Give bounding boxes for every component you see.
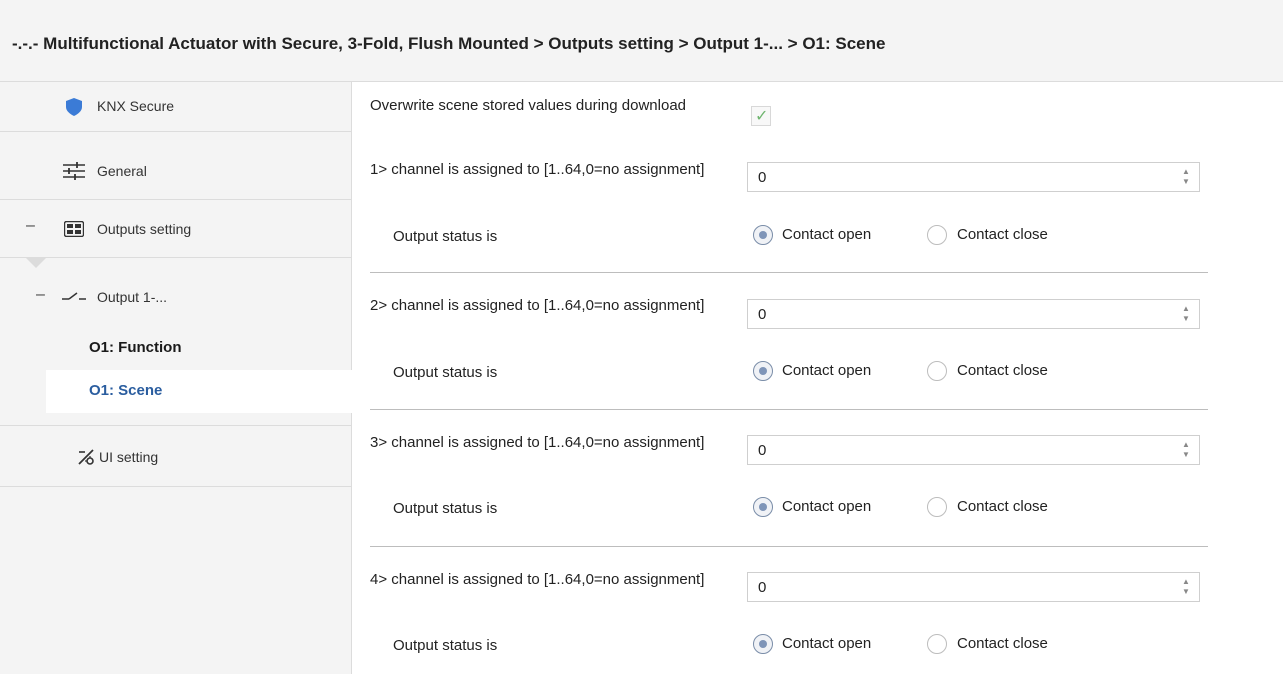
channel-1-status-label: Output status is	[393, 228, 498, 245]
sidebar-item-label: Outputs setting	[97, 221, 192, 237]
channel-1-label: 1> channel is assigned to [1..64,0=no as…	[370, 161, 705, 178]
ui-setting-icon	[77, 448, 95, 469]
grid-icon	[63, 220, 85, 240]
sidebar-item-o1-function[interactable]: O1: Function	[0, 330, 352, 370]
sidebar-item-knx-secure[interactable]: KNX Secure	[0, 82, 352, 132]
sidebar-item-output-1[interactable]: – Output 1-...	[0, 280, 352, 330]
channel-2-value: 0	[758, 306, 767, 323]
contact-open-label: Contact open	[782, 226, 872, 243]
sidebar: KNX Secure General – Outputs setting – O…	[0, 82, 353, 674]
sidebar-item-label: O1: Scene	[89, 382, 163, 399]
channel-1-contact-open-radio[interactable]	[753, 225, 773, 245]
contact-close-label: Contact close	[957, 226, 1048, 243]
collapse-icon[interactable]: –	[26, 217, 35, 235]
sidebar-item-label: General	[97, 163, 147, 179]
spinner-arrows-icon[interactable]: ▲ ▼	[1181, 304, 1191, 324]
header-bar: -.-.- Multifunctional Actuator with Secu…	[0, 0, 1283, 82]
breadcrumb: -.-.- Multifunctional Actuator with Secu…	[12, 34, 886, 53]
sidebar-item-label: Output 1-...	[97, 289, 168, 305]
overwrite-checkbox[interactable]: ✓	[751, 106, 771, 126]
divider-notch	[26, 258, 46, 268]
sidebar-item-o1-scene[interactable]: O1: Scene	[46, 370, 353, 413]
collapse-icon[interactable]: –	[36, 286, 45, 304]
channel-3-value: 0	[758, 442, 767, 459]
channel-2-label: 2> channel is assigned to [1..64,0=no as…	[370, 297, 705, 314]
contact-close-label: Contact close	[957, 362, 1048, 379]
channel-4-status-label: Output status is	[393, 637, 498, 654]
channel-4-contact-open-radio[interactable]	[753, 634, 773, 654]
channel-4-contact-close-radio[interactable]	[927, 634, 947, 654]
app-window: -.-.- Multifunctional Actuator with Secu…	[0, 0, 1283, 674]
overwrite-label: Overwrite scene stored values during dow…	[370, 97, 687, 114]
channel-4-value: 0	[758, 579, 767, 596]
channel-3-input[interactable]: 0 ▲ ▼	[747, 435, 1200, 465]
contact-open-label: Contact open	[782, 498, 872, 515]
divider	[370, 272, 1208, 273]
sidebar-item-ui-setting[interactable]: UI setting	[0, 425, 352, 487]
contact-close-label: Contact close	[957, 498, 1048, 515]
channel-3-label: 3> channel is assigned to [1..64,0=no as…	[370, 434, 705, 451]
channel-2-contact-open-radio[interactable]	[753, 361, 773, 381]
divider	[370, 546, 1208, 547]
channel-2-contact-close-radio[interactable]	[927, 361, 947, 381]
channel-2-input[interactable]: 0 ▲ ▼	[747, 299, 1200, 329]
channel-4-label: 4> channel is assigned to [1..64,0=no as…	[370, 571, 705, 588]
sidebar-item-label: UI setting	[99, 449, 159, 465]
shield-icon	[66, 98, 82, 119]
channel-4-input[interactable]: 0 ▲ ▼	[747, 572, 1200, 602]
channel-3-contact-close-radio[interactable]	[927, 497, 947, 517]
spinner-arrows-icon[interactable]: ▲ ▼	[1181, 440, 1191, 460]
channel-1-input[interactable]: 0 ▲ ▼	[747, 162, 1200, 192]
channel-2-status-label: Output status is	[393, 364, 498, 381]
channel-1-value: 0	[758, 169, 767, 186]
spinner-arrows-icon[interactable]: ▲ ▼	[1181, 577, 1191, 597]
sidebar-item-label: KNX Secure	[97, 98, 175, 114]
spinner-arrows-icon[interactable]: ▲ ▼	[1181, 167, 1191, 187]
contact-open-label: Contact open	[782, 362, 872, 379]
sliders-icon	[63, 162, 85, 183]
sidebar-item-outputs-setting[interactable]: – Outputs setting	[0, 200, 352, 258]
sidebar-item-label: O1: Function	[89, 339, 182, 356]
main-panel: Overwrite scene stored values during dow…	[353, 82, 1283, 674]
contact-close-label: Contact close	[957, 635, 1048, 652]
sidebar-item-general[interactable]: General	[0, 142, 352, 200]
check-icon: ✓	[755, 108, 769, 125]
channel-3-status-label: Output status is	[393, 500, 498, 517]
switch-icon	[62, 290, 86, 306]
channel-1-contact-close-radio[interactable]	[927, 225, 947, 245]
divider	[370, 409, 1208, 410]
channel-3-contact-open-radio[interactable]	[753, 497, 773, 517]
contact-open-label: Contact open	[782, 635, 872, 652]
